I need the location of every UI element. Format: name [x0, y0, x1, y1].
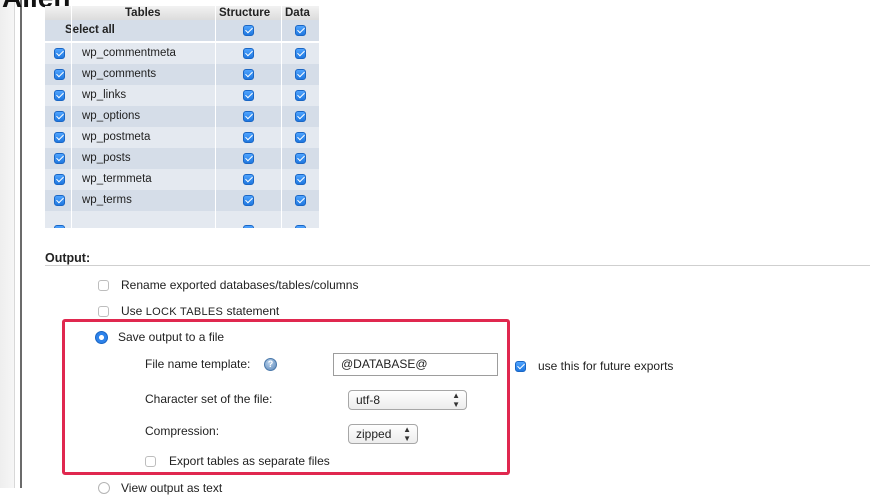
data-checkbox[interactable] — [295, 132, 306, 143]
charset-label: Character set of the file: — [145, 392, 273, 406]
structure-checkbox[interactable] — [243, 195, 254, 206]
table-row: wp_posts — [45, 148, 319, 169]
rename-label[interactable]: Rename exported databases/tables/columns — [121, 278, 358, 292]
compression-select-value: zipped — [356, 427, 392, 441]
compression-label: Compression: — [145, 424, 220, 438]
view-as-text-label[interactable]: View output as text — [121, 481, 222, 495]
data-checkbox[interactable] — [295, 174, 306, 185]
future-exports-checkbox[interactable] — [515, 361, 526, 372]
output-section-title: Output: — [45, 251, 91, 265]
help-icon[interactable]: ? — [264, 358, 277, 371]
table-checkbox[interactable] — [54, 69, 65, 80]
table-row: wp_comments — [45, 64, 319, 85]
rename-checkbox[interactable] — [98, 280, 109, 291]
table-name: wp_commentmeta — [82, 47, 176, 59]
header-data: Data — [285, 7, 310, 19]
column-divider — [71, 6, 72, 228]
charset-select-value: utf-8 — [356, 393, 381, 407]
tables-header-row: Tables Structure Data — [45, 6, 319, 20]
data-checkbox[interactable] — [295, 153, 306, 164]
table-row: wp_terms — [45, 190, 319, 211]
column-divider — [215, 6, 216, 228]
table-name: wp_comments — [82, 68, 157, 80]
table-name: wp_options — [82, 110, 141, 122]
table-row: wp_options — [45, 106, 319, 127]
table-checkbox[interactable] — [54, 48, 65, 59]
left-panel-edge — [0, 0, 15, 488]
structure-checkbox[interactable] — [243, 153, 254, 164]
data-checkbox[interactable] — [295, 225, 306, 228]
table-row: wp_postmeta — [45, 127, 319, 148]
select-all-row: Select all — [45, 20, 319, 41]
table-checkbox[interactable] — [54, 225, 65, 228]
table-checkbox[interactable] — [54, 195, 65, 206]
updown-arrows-icon: ▲ ▼ — [403, 425, 411, 443]
data-checkbox[interactable] — [295, 90, 306, 101]
table-name: wp_terms — [82, 194, 132, 206]
header-structure: Structure — [219, 7, 271, 19]
table-name: wp_links — [82, 89, 127, 101]
data-checkbox[interactable] — [295, 48, 306, 59]
save-to-file-radio[interactable] — [95, 331, 108, 344]
compression-select[interactable]: zipped ▲ ▼ — [348, 424, 418, 444]
lock-tables-label[interactable]: Use LOCK TABLES statement — [121, 304, 279, 318]
select-all-data-checkbox[interactable] — [295, 25, 306, 36]
table-row-partial — [45, 211, 319, 228]
column-divider — [281, 6, 282, 228]
structure-checkbox[interactable] — [243, 174, 254, 185]
file-name-template-label: File name template: — [145, 357, 251, 371]
structure-checkbox[interactable] — [243, 69, 254, 80]
lock-tables-checkbox[interactable] — [98, 306, 109, 317]
select-all-structure-checkbox[interactable] — [243, 25, 254, 36]
lock-suffix-text: statement — [223, 304, 280, 318]
table-checkbox[interactable] — [54, 111, 65, 122]
data-checkbox[interactable] — [295, 195, 306, 206]
table-name: wp_termmeta — [82, 173, 152, 185]
table-checkbox[interactable] — [54, 153, 65, 164]
select-all-label[interactable]: Select all — [65, 20, 115, 41]
structure-checkbox[interactable] — [243, 48, 254, 59]
navigation-splitter[interactable] — [20, 0, 22, 488]
lock-keyword-text: LOCK TABLES — [145, 306, 224, 318]
lock-prefix-text: Use — [121, 304, 146, 318]
table-name: wp_posts — [82, 152, 131, 164]
separate-files-label[interactable]: Export tables as separate files — [169, 454, 330, 468]
structure-checkbox[interactable] — [243, 132, 254, 143]
table-name: wp_postmeta — [82, 131, 151, 143]
structure-checkbox[interactable] — [243, 225, 254, 228]
table-row: wp_commentmeta — [45, 43, 319, 64]
table-row: wp_links — [45, 85, 319, 106]
output-divider — [45, 265, 870, 266]
data-checkbox[interactable] — [295, 69, 306, 80]
table-row: wp_termmeta — [45, 169, 319, 190]
header-tables: Tables — [125, 7, 161, 19]
data-checkbox[interactable] — [295, 111, 306, 122]
structure-checkbox[interactable] — [243, 90, 254, 101]
structure-checkbox[interactable] — [243, 111, 254, 122]
file-name-template-input[interactable]: @DATABASE@ — [333, 353, 498, 376]
table-checkbox[interactable] — [54, 90, 65, 101]
table-checkbox[interactable] — [54, 174, 65, 185]
save-to-file-label[interactable]: Save output to a file — [118, 330, 224, 344]
charset-select[interactable]: utf-8 ▲ ▼ — [348, 390, 467, 410]
view-as-text-radio[interactable] — [98, 482, 110, 494]
future-exports-label[interactable]: use this for future exports — [538, 359, 673, 373]
tables-selection-table: Tables Structure Data Select all wp_comm… — [45, 6, 319, 228]
updown-arrows-icon: ▲ ▼ — [452, 391, 460, 409]
table-checkbox[interactable] — [54, 132, 65, 143]
separate-files-checkbox[interactable] — [145, 456, 156, 467]
